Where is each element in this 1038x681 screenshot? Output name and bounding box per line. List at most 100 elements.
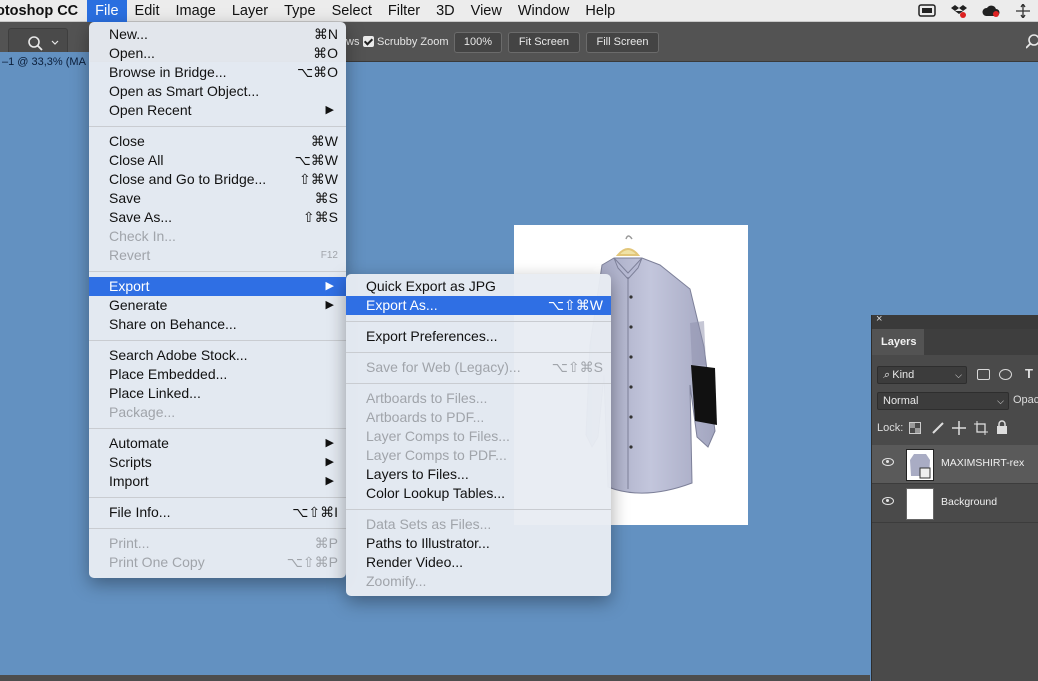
menu-item-print-one-copy: Print One Copy ⌥⇧⌘P [109,554,338,570]
menu-item-print: Print... ⌘P [109,535,338,551]
menu-separator [89,528,346,529]
menu-separator [346,352,611,353]
pixel-filter-icon[interactable] [977,369,990,380]
menu-item-artboards-to-files: Artboards to Files... [366,390,488,406]
menu-item-search-adobe-stock[interactable]: Search Adobe Stock... [89,346,346,365]
blend-mode-dropdown[interactable]: Normal ⌵ [877,392,1009,410]
menu-item-browse-in-bridge[interactable]: Browse in Bridge... ⌥⌘O [89,63,346,82]
menu-item-zoomify: Zoomify... [366,573,427,589]
menu-view[interactable]: View [463,0,510,22]
menu-item-export-preferences[interactable]: Export Preferences... [346,327,611,346]
menu-item-automate[interactable]: Automate ▶ [89,434,346,453]
menu-help[interactable]: Help [577,0,623,22]
chevron-down-icon: ⌵ [997,396,1004,406]
lock-all-icon[interactable] [996,420,1008,434]
layer-thumbnail [906,488,934,520]
menu-item-export-as[interactable]: Export As... ⌥⇧⌘W [346,296,611,315]
menu-separator [89,271,346,272]
dropbox-icon[interactable] [950,4,968,18]
search-icon[interactable] [1026,33,1038,49]
menu-3d[interactable]: 3D [428,0,463,22]
move-arrows-icon[interactable] [1014,4,1032,18]
opacity-label: Opac [1013,394,1038,406]
menu-item-layer-comps-to-pdf: Layer Comps to PDF... [366,447,507,463]
menu-item-package: Package... [109,404,176,420]
layer-row[interactable]: Background [872,484,1038,523]
menu-item-place-embedded[interactable]: Place Embedded... [89,365,346,384]
menu-separator [346,321,611,322]
panel-tab-row: Layers [872,329,1038,355]
menu-item-share-on-behance[interactable]: Share on Behance... [89,315,346,334]
menu-item-render-video[interactable]: Render Video... [346,553,611,572]
menu-item-open-as-smart-object[interactable]: Open as Smart Object... [89,82,346,101]
fill-screen-button[interactable]: Fill Screen [586,32,659,53]
close-icon[interactable]: × [876,313,882,325]
mac-menu-bar: otoshop CC File Edit Image Layer Type Se… [0,0,1038,22]
search-icon: ⌕ [883,369,890,381]
menu-item-scripts[interactable]: Scripts ▶ [89,453,346,472]
menu-item-save-as[interactable]: Save As... ⇧⌘S [89,208,346,227]
lock-label: Lock: [877,422,904,434]
status-tray [918,0,1038,22]
zoom-100-button[interactable]: 100% [454,32,502,53]
menu-layer[interactable]: Layer [224,0,276,22]
menu-file[interactable]: File [87,0,127,22]
menu-filter[interactable]: Filter [380,0,428,22]
layer-row[interactable]: MAXIMSHIRT-rex [872,445,1038,484]
lock-position-icon[interactable] [952,421,966,435]
lock-transparent-pixels-icon[interactable] [909,422,921,434]
menu-item-color-lookup-tables[interactable]: Color Lookup Tables... [346,484,611,503]
menu-image[interactable]: Image [168,0,224,22]
menu-item-data-sets-as-files: Data Sets as Files... [366,516,492,532]
menu-item-new[interactable]: New... ⌘N [89,25,346,44]
scrubby-zoom-label: Scrubby Zoom [377,36,449,48]
menu-separator [89,126,346,127]
fit-screen-button[interactable]: Fit Screen [508,32,580,53]
menu-item-save-for-web: Save for Web (Legacy)... ⌥⇧⌘S [366,359,603,375]
eye-icon[interactable] [882,458,894,466]
submenu-arrow-icon: ▶ [325,456,334,468]
menu-item-check-in: Check In... [109,228,176,244]
zoom-tool-icon [28,36,43,51]
menu-select[interactable]: Select [324,0,380,22]
menu-separator [346,383,611,384]
menu-item-export[interactable]: Export ▶ [89,277,346,296]
type-filter-icon[interactable]: T [1025,366,1033,381]
app-name[interactable]: otoshop CC [0,3,87,19]
menu-item-close[interactable]: Close ⌘W [89,132,346,151]
scrubby-zoom-checkbox[interactable] [363,36,374,47]
creative-cloud-icon[interactable] [982,4,1000,18]
adjustment-filter-icon[interactable] [999,369,1012,380]
status-bar [0,675,870,681]
menu-edit[interactable]: Edit [127,0,168,22]
tab-layers[interactable]: Layers [872,329,924,355]
lock-image-pixels-icon[interactable] [931,421,945,435]
menu-item-close-all[interactable]: Close All ⌥⌘W [89,151,346,170]
menu-item-paths-to-illustrator[interactable]: Paths to Illustrator... [346,534,611,553]
lock-artboard-icon[interactable] [974,421,988,435]
menu-separator [89,340,346,341]
menu-item-layers-to-files[interactable]: Layers to Files... [346,465,611,484]
menu-item-quick-export-jpg[interactable]: Quick Export as JPG [346,277,611,296]
menu-item-import[interactable]: Import ▶ [89,472,346,491]
menu-item-open-recent[interactable]: Open Recent ▶ [89,101,346,120]
menu-item-save[interactable]: Save ⌘S [89,189,346,208]
menu-item-artboards-to-pdf: Artboards to PDF... [366,409,485,425]
chevron-down-icon: ⌵ [955,370,962,380]
layer-name: MAXIMSHIRT-rex [941,457,1025,469]
kind-filter-dropdown[interactable]: ⌕ Kind ⌵ [877,366,967,384]
layer-thumbnail [906,449,934,481]
menu-item-generate[interactable]: Generate ▶ [89,296,346,315]
layers-panel: × Layers ⌕ Kind ⌵ T Normal ⌵ Opac Lock: … [871,313,1038,681]
menu-item-place-linked[interactable]: Place Linked... [89,384,346,403]
display-icon[interactable] [918,4,936,18]
menu-item-open[interactable]: Open... ⌘O [89,44,346,63]
eye-icon[interactable] [882,497,894,505]
menu-window[interactable]: Window [510,0,578,22]
menu-item-file-info[interactable]: File Info... ⌥⇧⌘I [89,503,346,522]
submenu-arrow-icon: ▶ [325,280,334,292]
menu-separator [89,497,346,498]
menu-item-close-and-go-to-bridge[interactable]: Close and Go to Bridge... ⇧⌘W [89,170,346,189]
document-tab[interactable]: –1 @ 33,3% (MA [0,52,90,72]
menu-type[interactable]: Type [276,0,323,22]
